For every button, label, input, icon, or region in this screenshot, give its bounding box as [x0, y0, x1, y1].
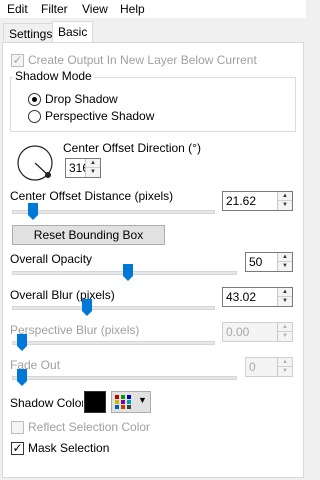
spin-down-icon[interactable]: ▼: [278, 297, 292, 306]
shadow-mode-title: Shadow Mode: [13, 69, 94, 83]
distance-value: 21.62: [226, 194, 257, 208]
menu-view[interactable]: View: [82, 2, 108, 16]
fade-out-spinner[interactable]: ▲ ▼: [277, 358, 292, 376]
spin-up-icon[interactable]: ▲: [278, 192, 292, 201]
fade-out-value: 0: [249, 360, 256, 374]
reflect-selection-checkbox[interactable]: [11, 421, 24, 434]
distance-spinner[interactable]: ▲ ▼: [277, 192, 292, 210]
opacity-input[interactable]: 50 ▲ ▼: [245, 252, 293, 272]
perspective-blur-slider-thumb[interactable]: [17, 334, 27, 351]
mask-selection-label: Mask Selection: [28, 441, 110, 455]
opacity-label: Overall Opacity: [10, 252, 93, 266]
fade-out-input[interactable]: 0 ▲ ▼: [245, 357, 293, 377]
spin-down-icon[interactable]: ▼: [278, 332, 292, 341]
tab-basic[interactable]: Basic: [52, 21, 94, 43]
checkmark-icon: ✓: [12, 441, 23, 455]
menu-help[interactable]: Help: [120, 2, 145, 16]
radio-selected-dot: [32, 97, 37, 102]
spin-up-icon[interactable]: ▲: [86, 159, 100, 168]
menu-edit[interactable]: Edit: [7, 2, 28, 16]
opacity-spinner[interactable]: ▲ ▼: [277, 253, 292, 271]
shadow-color-label: Shadow Color: [10, 396, 86, 410]
direction-dial[interactable]: [15, 143, 55, 183]
blur-label: Overall Blur (pixels): [10, 288, 115, 302]
direction-label: Center Offset Direction (°): [63, 141, 201, 155]
blur-slider-thumb[interactable]: [82, 299, 92, 316]
color-palette-button[interactable]: ▼: [111, 391, 151, 413]
blur-input[interactable]: 43.02 ▲ ▼: [222, 287, 293, 307]
perspective-blur-spinner[interactable]: ▲ ▼: [277, 323, 292, 341]
perspective-shadow-radio[interactable]: [28, 110, 41, 123]
blur-spinner[interactable]: ▲ ▼: [277, 288, 292, 306]
distance-slider-thumb[interactable]: [28, 203, 38, 220]
shadow-color-swatch[interactable]: [83, 390, 107, 414]
tab-settings[interactable]: Settings: [3, 23, 59, 43]
spin-up-icon[interactable]: ▲: [278, 323, 292, 332]
mask-selection-checkbox[interactable]: ✓: [11, 441, 24, 455]
create-output-checkbox[interactable]: ✓: [11, 53, 24, 67]
perspective-shadow-label[interactable]: Perspective Shadow: [45, 109, 154, 123]
opacity-slider-thumb[interactable]: [123, 264, 133, 281]
spin-up-icon[interactable]: ▲: [278, 288, 292, 297]
spin-up-icon[interactable]: ▲: [278, 253, 292, 262]
perspective-blur-value: 0.00: [226, 325, 250, 339]
create-output-label: Create Output In New Layer Below Current: [28, 53, 257, 67]
menu-filter[interactable]: Filter: [41, 2, 68, 16]
perspective-blur-slider-track[interactable]: [12, 341, 215, 345]
fade-out-slider-thumb[interactable]: [17, 369, 27, 386]
basic-panel: ✓ Create Output In New Layer Below Curre…: [2, 42, 304, 478]
perspective-blur-input[interactable]: 0.00 ▲ ▼: [222, 322, 293, 342]
drop-shadow-label[interactable]: Drop Shadow: [45, 92, 118, 106]
drop-shadow-radio[interactable]: [28, 93, 41, 106]
spin-up-icon[interactable]: ▲: [278, 358, 292, 367]
reset-bounding-box-button[interactable]: Reset Bounding Box: [12, 225, 165, 245]
tab-strip: Settings Basic: [0, 21, 306, 43]
blur-slider-track[interactable]: [12, 306, 215, 310]
color-grid-icon: [115, 395, 131, 409]
blur-value: 43.02: [226, 290, 257, 304]
spin-down-icon[interactable]: ▼: [278, 201, 292, 210]
distance-input[interactable]: 21.62 ▲ ▼: [222, 191, 293, 211]
spin-down-icon[interactable]: ▼: [278, 367, 292, 376]
reflect-selection-label: Reflect Selection Color: [28, 420, 151, 434]
direction-input[interactable]: 316 ▲ ▼: [65, 158, 101, 178]
fade-out-slider-track[interactable]: [12, 376, 237, 380]
perspective-blur-label: Perspective Blur (pixels): [10, 323, 140, 337]
menu-bar: Edit Filter View Help: [0, 0, 306, 18]
spin-down-icon[interactable]: ▼: [86, 168, 100, 177]
opacity-value: 50: [249, 255, 263, 269]
chevron-down-icon: ▼: [138, 395, 147, 405]
distance-label: Center Offset Distance (pixels): [10, 189, 174, 203]
spin-down-icon[interactable]: ▼: [278, 262, 292, 271]
direction-spinner[interactable]: ▲ ▼: [85, 159, 100, 177]
distance-slider-track[interactable]: [12, 210, 215, 214]
checkmark-icon: ✓: [12, 53, 23, 67]
